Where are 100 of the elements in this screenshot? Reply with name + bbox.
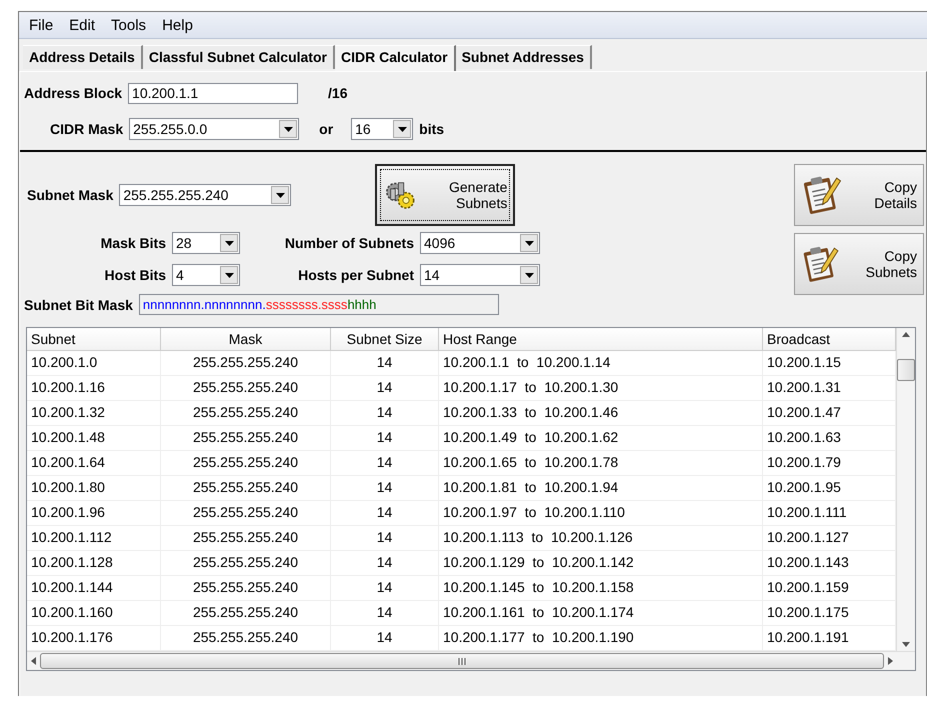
- grip-icon: [458, 658, 466, 664]
- copy-button[interactable]: Copy Subnets: [794, 233, 924, 295]
- table-cell: 14: [331, 526, 439, 551]
- field-label: Mask Bits: [100, 235, 166, 251]
- table-cell: 255.255.255.240: [161, 351, 331, 376]
- table-cell: 14: [331, 601, 439, 626]
- scroll-thumb[interactable]: [40, 653, 884, 669]
- or-label: or: [319, 121, 334, 137]
- field-label: Host Bits: [104, 267, 166, 283]
- column-header[interactable]: Subnet: [27, 328, 161, 351]
- column-header[interactable]: Mask: [161, 328, 331, 351]
- menu-item[interactable]: Help: [156, 14, 199, 36]
- field-label: Number of Subnets: [284, 235, 414, 251]
- menu-item[interactable]: Edit: [63, 14, 102, 36]
- table-cell: 10.200.1.48: [27, 426, 161, 451]
- dropdown-button[interactable]: [220, 266, 238, 284]
- field-label: Address Block: [24, 85, 122, 101]
- table-cell: 14: [331, 501, 439, 526]
- table-cell: 255.255.255.240: [161, 576, 331, 601]
- table-cell: 10.200.1.32: [27, 401, 161, 426]
- table-cell: 10.200.1.97 to 10.200.1.110: [439, 501, 763, 526]
- tab[interactable]: Classful Subnet Calculator: [142, 45, 335, 69]
- column-header[interactable]: Broadcast: [763, 328, 896, 351]
- field-label: CIDR Mask: [50, 121, 124, 137]
- dropdown-field[interactable]: 4: [172, 264, 240, 286]
- table-cell: 255.255.255.240: [161, 376, 331, 401]
- table-cell: 255.255.255.240: [161, 426, 331, 451]
- tab[interactable]: Address Details: [23, 45, 143, 69]
- menu-item[interactable]: File: [23, 14, 60, 36]
- table-cell: 14: [331, 401, 439, 426]
- dropdown-field[interactable]: 4096: [420, 232, 540, 254]
- field-label: Subnet Bit Mask: [24, 296, 133, 312]
- scroll-right-icon: [888, 657, 893, 665]
- table-cell: 10.200.1.1 to 10.200.1.14: [439, 351, 763, 376]
- dropdown-field[interactable]: 28: [172, 232, 240, 254]
- caret-icon: [224, 272, 234, 278]
- field-label: Subnet Mask: [27, 187, 114, 203]
- scroll-left-icon: [31, 657, 36, 665]
- table-cell: 14: [331, 551, 439, 576]
- dropdown-button[interactable]: [220, 234, 238, 252]
- dropdown-field[interactable]: 16: [351, 118, 414, 140]
- table-cell: 10.200.1.33 to 10.200.1.46: [439, 401, 763, 426]
- table-cell: 14: [331, 351, 439, 376]
- table-cell: 10.200.1.81 to 10.200.1.94: [439, 476, 763, 501]
- table-cell: 255.255.255.240: [161, 476, 331, 501]
- caret-icon: [224, 240, 234, 246]
- table-cell: 10.200.1.96: [27, 501, 161, 526]
- caret-icon: [524, 240, 534, 246]
- table-cell: 10.200.1.64: [27, 451, 161, 476]
- bits-label: bits: [419, 121, 444, 137]
- table-cell: 10.200.1.161 to 10.200.1.174: [439, 601, 763, 626]
- column-header[interactable]: Subnet Size: [331, 328, 439, 351]
- scroll-down-icon: [902, 642, 910, 647]
- table-cell: 255.255.255.240: [161, 501, 331, 526]
- copy-button[interactable]: Copy Details: [794, 164, 924, 226]
- table-cell: 10.200.1.144: [27, 576, 161, 601]
- caret-icon: [398, 126, 407, 132]
- table-cell: 10.200.1.113 to 10.200.1.126: [439, 526, 763, 551]
- dropdown-button[interactable]: [393, 120, 412, 138]
- table-cell: 255.255.255.240: [161, 401, 331, 426]
- dropdown-field[interactable]: 255.255.255.240: [119, 184, 292, 206]
- dropdown-field[interactable]: 255.255.0.0: [129, 118, 300, 140]
- table-cell: 14: [331, 476, 439, 501]
- table-cell: 10.200.1.65 to 10.200.1.78: [439, 451, 763, 476]
- caret-icon: [284, 126, 293, 132]
- horizontal-scrollbar[interactable]: [27, 651, 915, 670]
- prefix-label: /16: [328, 85, 348, 101]
- tab[interactable]: Subnet Addresses: [456, 45, 592, 69]
- address-field[interactable]: 10.200.1.1: [128, 82, 298, 104]
- table-cell: 10.200.1.112: [27, 526, 161, 551]
- caret-icon: [276, 192, 285, 198]
- table-cell: 255.255.255.240: [161, 601, 331, 626]
- dropdown-button[interactable]: [520, 234, 538, 252]
- table-cell: 255.255.255.240: [161, 551, 331, 576]
- caret-icon: [524, 272, 534, 278]
- table-cell: 10.200.1.80: [27, 476, 161, 501]
- dropdown-button[interactable]: [520, 266, 538, 284]
- scroll-thumb[interactable]: [897, 358, 915, 380]
- dropdown-field[interactable]: 14: [420, 264, 540, 286]
- table-cell: 255.255.255.240: [161, 451, 331, 476]
- table-cell: 10.200.1.145 to 10.200.1.158: [439, 576, 763, 601]
- tab[interactable]: CIDR Calculator: [334, 45, 456, 71]
- table-cell: 10.200.1.49 to 10.200.1.62: [439, 426, 763, 451]
- menu-item[interactable]: Tools: [105, 14, 152, 36]
- table-cell: 10.200.1.129 to 10.200.1.142: [439, 551, 763, 576]
- table-cell: 10.200.1.17 to 10.200.1.30: [439, 376, 763, 401]
- table-cell: 14: [331, 376, 439, 401]
- table-cell: 14: [331, 426, 439, 451]
- table-cell: 14: [331, 451, 439, 476]
- table-cell: 10.200.1.0: [27, 351, 161, 376]
- table-cell: 14: [331, 576, 439, 601]
- vertical-scrollbar[interactable]: [896, 328, 915, 651]
- dropdown-button[interactable]: [271, 186, 290, 204]
- scroll-up-icon: [902, 332, 910, 337]
- table-cell: 10.200.1.160: [27, 601, 161, 626]
- table-cell: 10.200.1.128: [27, 551, 161, 576]
- bit-mask-field: nnnnnnnn.nnnnnnnn.ssssssss.sssshhhh: [138, 294, 499, 315]
- column-header[interactable]: Host Range: [439, 328, 763, 351]
- dropdown-button[interactable]: [279, 120, 298, 138]
- generate-subnets-button[interactable]: Generate Subnets: [375, 164, 516, 226]
